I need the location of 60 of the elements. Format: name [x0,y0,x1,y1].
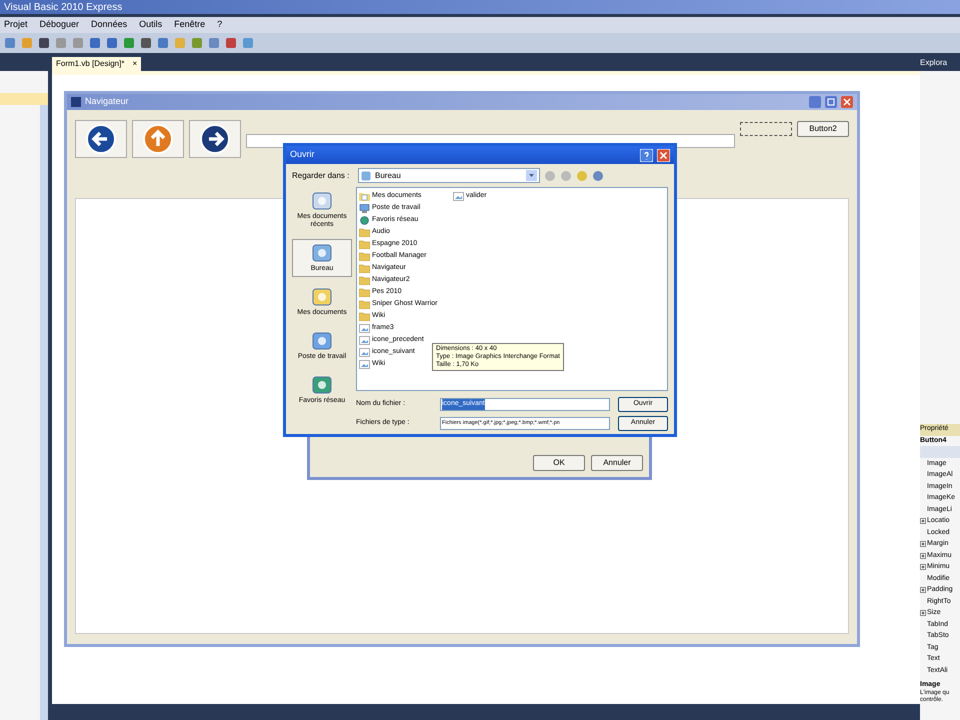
close-icon[interactable] [657,148,670,162]
forward-button[interactable] [188,120,241,158]
toolbar-icon[interactable] [592,170,604,182]
look-in-dropdown[interactable]: Bureau [358,168,540,183]
menu-item[interactable]: Fenêtre [174,18,206,32]
computer-icon [359,204,370,212]
dropdown-value: Bureau [375,170,402,182]
folder-icon [359,288,370,296]
folder-icon [359,240,370,248]
menu-item[interactable]: Déboguer [40,18,80,32]
globe-icon [359,216,370,224]
toolbar-icon[interactable] [38,37,50,49]
plus-icon[interactable] [920,610,926,616]
toolbar-icon[interactable] [140,37,152,49]
image-file-icon [359,324,370,332]
toolbar-icon[interactable] [157,37,169,49]
menu-item[interactable]: Projet [4,18,28,32]
close-icon[interactable] [841,96,853,108]
folder-icon [359,228,370,236]
toolbar-icon[interactable] [225,37,237,49]
menu-item[interactable]: Outils [139,18,162,32]
folder-icon [359,252,370,260]
plus-icon[interactable] [920,564,926,570]
window-title: Visual Basic 2010 Express [4,0,122,14]
toolbar-icon[interactable] [106,37,118,49]
menu-item[interactable]: Données [91,18,128,32]
plus-icon[interactable] [920,552,926,559]
help-icon[interactable] [640,148,653,162]
dialog-button[interactable]: Annuler [591,455,643,471]
plus-icon[interactable] [920,541,926,548]
plus-icon[interactable] [920,587,926,594]
menu-item[interactable]: ? [217,18,222,32]
desktop-icon [361,170,371,180]
look-in-label: Regarder dans : [292,170,350,182]
tab-label: Form1.vb [Design]* [56,58,124,70]
form-icon [71,97,81,107]
folder-icon [359,264,370,272]
selected-control[interactable] [740,122,792,136]
image-file-icon [359,360,370,368]
image-file-icon [359,336,370,344]
maximize-icon[interactable] [825,96,837,108]
panel-header: Explora [920,57,960,71]
folder-icon [359,276,370,284]
folder-icon [359,300,370,308]
image-file-icon [453,192,464,200]
folder-icon [359,312,370,320]
image-file-icon [359,348,370,356]
form-button[interactable]: Button2 [797,121,850,137]
close-icon[interactable]: × [132,58,138,70]
toolbar-icon[interactable] [89,37,101,49]
document-tab[interactable]: Form1.vb [Design]* × [52,57,142,71]
dialog-title: Ouvrir [290,148,316,162]
form-title: Navigateur [85,95,130,108]
plus-icon[interactable] [920,518,926,524]
scrollbar[interactable] [40,105,48,720]
home-button[interactable] [132,120,184,158]
back-button[interactable] [75,120,127,158]
dialog-button[interactable]: OK [533,455,585,471]
properties-toolbar [920,446,960,458]
documents-icon [359,192,370,200]
